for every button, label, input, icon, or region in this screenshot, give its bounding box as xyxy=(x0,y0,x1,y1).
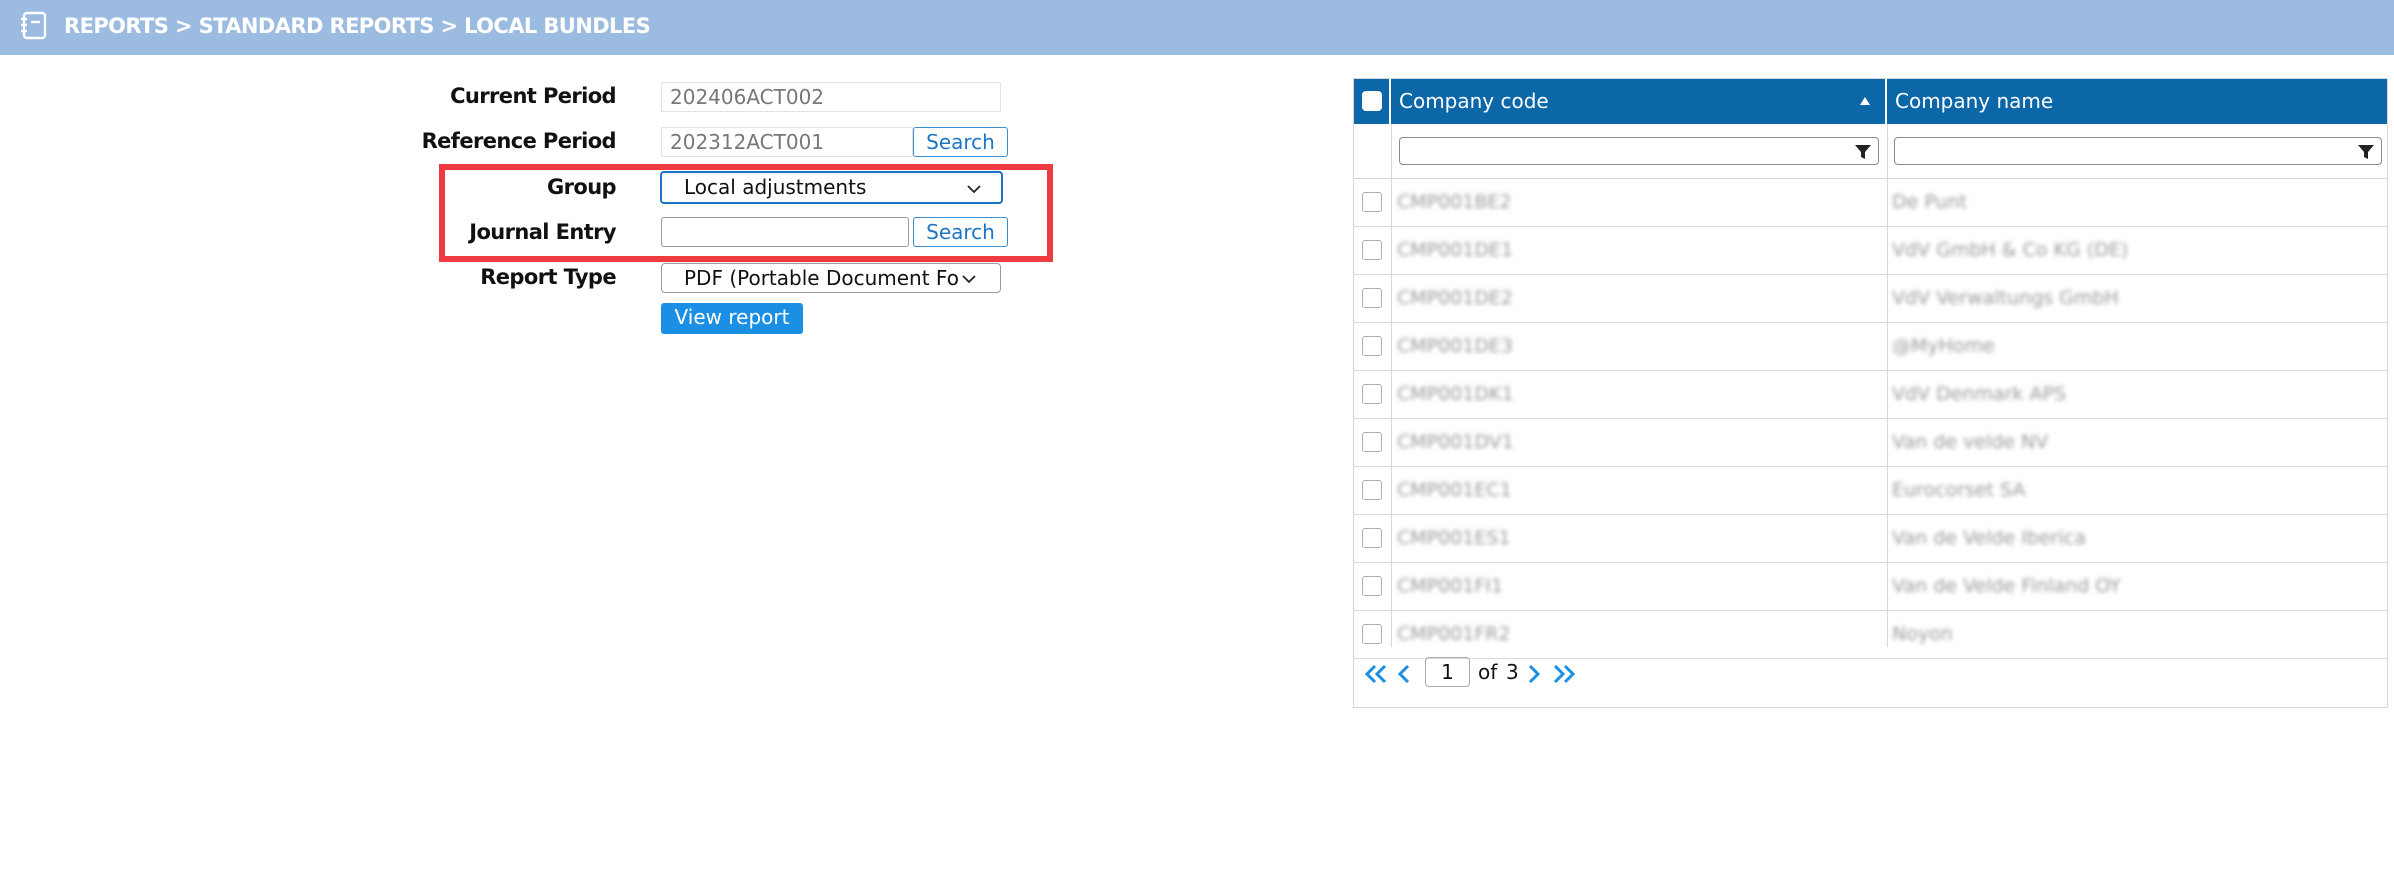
row-checkbox[interactable] xyxy=(1362,624,1382,644)
table-row[interactable]: CMP001DE3 @MyHome xyxy=(1354,323,2387,371)
company-name-cell: Van de velde NV xyxy=(1892,431,2049,453)
page-header: REPORTS > STANDARD REPORTS > LOCAL BUNDL… xyxy=(0,0,2394,55)
column-header-company-name-label: Company name xyxy=(1895,89,2054,113)
company-name-cell: VdV Verwaltungs GmbH xyxy=(1892,287,2119,309)
current-period-label: Current Period xyxy=(450,84,616,108)
previous-page-icon[interactable] xyxy=(1397,664,1411,684)
table-row[interactable]: CMP001ES1 Van de Velde Iberica xyxy=(1354,515,2387,563)
reference-period-field: 202312ACT001 xyxy=(661,127,913,157)
company-code-cell: CMP001ES1 xyxy=(1397,527,1511,549)
last-page-icon[interactable] xyxy=(1550,664,1576,684)
view-report-button[interactable]: View report xyxy=(661,303,803,334)
row-checkbox[interactable] xyxy=(1362,384,1382,404)
chevron-down-icon xyxy=(962,275,976,284)
company-name-cell: Van de Velde Finland OY xyxy=(1892,575,2121,597)
select-all-checkbox[interactable] xyxy=(1362,91,1382,111)
pager: 1 of 3 xyxy=(1354,647,2387,702)
breadcrumb: REPORTS > STANDARD REPORTS > LOCAL BUNDL… xyxy=(64,14,651,38)
reference-period-label: Reference Period xyxy=(421,129,617,153)
column-header-company-code[interactable]: Company code xyxy=(1391,79,1887,124)
company-code-cell: CMP001DE3 xyxy=(1397,335,1514,357)
company-name-cell: Eurocorset SA xyxy=(1892,479,2026,501)
row-checkbox[interactable] xyxy=(1362,528,1382,548)
companies-grid: Company code Company name CMP001BE2 De Pu… xyxy=(1353,78,2388,708)
report-book-icon xyxy=(21,11,47,40)
table-row[interactable]: CMP001FI1 Van de Velde Finland OY xyxy=(1354,563,2387,611)
pager-of-label: of xyxy=(1478,660,1498,684)
company-code-cell: CMP001FI1 xyxy=(1397,575,1504,597)
company-name-cell: @MyHome xyxy=(1892,335,1995,357)
select-all-cell xyxy=(1354,79,1391,124)
row-checkbox[interactable] xyxy=(1362,480,1382,500)
company-code-cell: CMP001DK1 xyxy=(1397,383,1514,405)
filter-row xyxy=(1354,124,2387,179)
table-row[interactable]: CMP001DE2 VdV Verwaltungs GmbH xyxy=(1354,275,2387,323)
company-code-cell: CMP001DV1 xyxy=(1397,431,1514,453)
grid-header: Company code Company name xyxy=(1354,79,2387,124)
reference-period-search-button[interactable]: Search xyxy=(913,127,1008,157)
first-page-icon[interactable] xyxy=(1364,664,1390,684)
company-name-cell: VdV GmbH & Co KG (DE) xyxy=(1892,239,2129,261)
next-page-icon[interactable] xyxy=(1527,664,1541,684)
filter-icon[interactable] xyxy=(1854,143,1872,161)
company-code-cell: CMP001EC1 xyxy=(1397,479,1512,501)
row-checkbox[interactable] xyxy=(1362,336,1382,356)
table-row[interactable]: CMP001EC1 Eurocorset SA xyxy=(1354,467,2387,515)
table-row[interactable]: CMP001DV1 Van de velde NV xyxy=(1354,419,2387,467)
column-header-company-code-label: Company code xyxy=(1399,89,1549,113)
company-name-cell: Van de Velde Iberica xyxy=(1892,527,2086,549)
filter-icon[interactable] xyxy=(2357,143,2375,161)
pager-total-pages: 3 xyxy=(1506,660,1519,684)
report-type-select-value: PDF (Portable Document Forr xyxy=(684,266,958,290)
company-name-filter-input[interactable] xyxy=(1894,137,2382,165)
table-row[interactable]: CMP001DE1 VdV GmbH & Co KG (DE) xyxy=(1354,227,2387,275)
sort-ascending-icon xyxy=(1860,97,1870,105)
table-row[interactable]: CMP001BE2 De Punt xyxy=(1354,179,2387,227)
row-checkbox[interactable] xyxy=(1362,240,1382,260)
row-checkbox[interactable] xyxy=(1362,192,1382,212)
row-checkbox[interactable] xyxy=(1362,432,1382,452)
report-type-select[interactable]: PDF (Portable Document Forr xyxy=(661,263,1001,293)
current-period-field: 202406ACT002 xyxy=(661,82,1001,112)
company-name-cell: VdV Denmark APS xyxy=(1892,383,2066,405)
company-code-cell: CMP001DE1 xyxy=(1397,239,1514,261)
company-code-filter-input[interactable] xyxy=(1399,137,1879,165)
page-number-input[interactable]: 1 xyxy=(1425,657,1470,687)
company-code-cell: CMP001BE2 xyxy=(1397,191,1512,213)
highlight-box xyxy=(439,164,1053,262)
column-header-company-name[interactable]: Company name xyxy=(1887,79,2387,124)
row-checkbox[interactable] xyxy=(1362,288,1382,308)
row-checkbox[interactable] xyxy=(1362,576,1382,596)
company-name-cell: De Punt xyxy=(1892,191,1968,213)
table-row[interactable]: CMP001DK1 VdV Denmark APS xyxy=(1354,371,2387,419)
company-code-cell: CMP001DE2 xyxy=(1397,287,1514,309)
report-type-label: Report Type xyxy=(480,265,616,289)
